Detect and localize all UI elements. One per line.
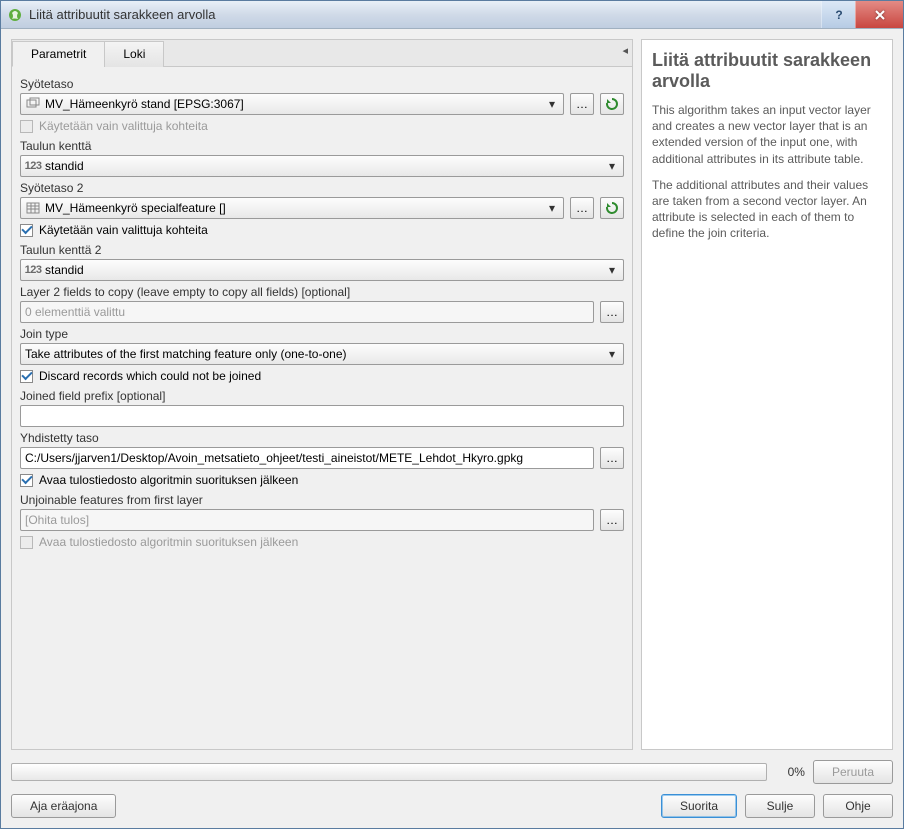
selected-only-1-checkbox <box>20 120 33 133</box>
chevron-down-icon: ▾ <box>605 159 619 173</box>
polygon-layer-icon <box>25 96 41 112</box>
unjoinable-input[interactable]: [Ohita tulos] <box>20 509 594 531</box>
table-field-1-value: standid <box>45 159 605 173</box>
input-layer-2-combo[interactable]: MV_Hämeenkyrö specialfeature [] ▾ <box>20 197 564 219</box>
chevron-down-icon: ▾ <box>605 347 619 361</box>
output-layer-browse-button[interactable]: … <box>600 447 624 469</box>
tab-log[interactable]: Loki <box>104 41 164 67</box>
input-layer-2-browse-button[interactable]: … <box>570 197 594 219</box>
app-icon <box>7 7 23 23</box>
cancel-button: Peruuta <box>813 760 893 784</box>
numeric-field-icon: 123 <box>25 262 41 278</box>
join-type-value: Take attributes of the first matching fe… <box>25 347 605 361</box>
selected-only-1-label: Käytetään vain valittuja kohteita <box>39 119 208 133</box>
discard-unjoined-checkbox[interactable] <box>20 370 33 383</box>
titlebar-close-button[interactable] <box>855 1 903 28</box>
input-layer-2-iterate-button[interactable] <box>600 197 624 219</box>
help-panel: Liitä attribuutit sarakkeen arvolla This… <box>641 39 893 750</box>
unjoinable-label: Unjoinable features from first layer <box>20 493 624 507</box>
help-paragraph-1: This algorithm takes an input vector lay… <box>652 102 882 167</box>
input-layer-combo[interactable]: MV_Hämeenkyrö stand [EPSG:3067] ▾ <box>20 93 564 115</box>
progress-bar <box>11 763 767 781</box>
window-title: Liitä attribuutit sarakkeen arvolla <box>29 7 821 22</box>
copy-fields-placeholder: 0 elementtiä valittu <box>25 305 125 319</box>
help-title: Liitä attribuutit sarakkeen arvolla <box>652 50 882 92</box>
prefix-label: Joined field prefix [optional] <box>20 389 624 403</box>
table-field-2-label: Taulun kenttä 2 <box>20 243 624 257</box>
tabs: Parametrit Loki <box>12 40 632 67</box>
selected-only-2-checkbox[interactable] <box>20 224 33 237</box>
output-layer-value: C:/Users/jjarven1/Desktop/Avoin_metsatie… <box>25 451 523 465</box>
discard-unjoined-label: Discard records which could not be joine… <box>39 369 261 383</box>
help-paragraph-2: The additional attributes and their valu… <box>652 177 882 242</box>
table-field-1-combo[interactable]: 123 standid ▾ <box>20 155 624 177</box>
input-layer-browse-button[interactable]: … <box>570 93 594 115</box>
titlebar: Liitä attribuutit sarakkeen arvolla ? <box>1 1 903 29</box>
join-type-combo[interactable]: Take attributes of the first matching fe… <box>20 343 624 365</box>
table-layer-icon <box>25 200 41 216</box>
join-type-label: Join type <box>20 327 624 341</box>
input-layer-iterate-button[interactable] <box>600 93 624 115</box>
run-button[interactable]: Suorita <box>661 794 737 818</box>
open-output-2-checkbox <box>20 536 33 549</box>
prefix-input[interactable] <box>20 405 624 427</box>
copy-fields-label: Layer 2 fields to copy (leave empty to c… <box>20 285 624 299</box>
help-button[interactable]: Ohje <box>823 794 893 818</box>
collapse-help-icon[interactable]: ◂ <box>622 44 628 57</box>
unjoinable-browse-button[interactable]: … <box>600 509 624 531</box>
parameters-panel: ◂ Parametrit Loki Syötetaso MV_Hämeenkyr… <box>11 39 633 750</box>
open-output-1-label: Avaa tulostiedosto algoritmin suoritukse… <box>39 473 298 487</box>
open-output-2-label: Avaa tulostiedosto algoritmin suoritukse… <box>39 535 298 549</box>
copy-fields-input[interactable]: 0 elementtiä valittu <box>20 301 594 323</box>
table-field-2-combo[interactable]: 123 standid ▾ <box>20 259 624 281</box>
tab-parameters[interactable]: Parametrit <box>12 41 105 67</box>
input-layer-2-value: MV_Hämeenkyrö specialfeature [] <box>45 201 545 215</box>
output-layer-label: Yhdistetty taso <box>20 431 624 445</box>
selected-only-2-label: Käytetään vain valittuja kohteita <box>39 223 208 237</box>
open-output-1-checkbox[interactable] <box>20 474 33 487</box>
close-button[interactable]: Sulje <box>745 794 815 818</box>
input-layer-value: MV_Hämeenkyrö stand [EPSG:3067] <box>45 97 545 111</box>
chevron-down-icon: ▾ <box>605 263 619 277</box>
run-batch-button[interactable]: Aja eräajona <box>11 794 116 818</box>
copy-fields-browse-button[interactable]: … <box>600 301 624 323</box>
input-layer-2-label: Syötetaso 2 <box>20 181 624 195</box>
chevron-down-icon: ▾ <box>545 97 559 111</box>
table-field-2-value: standid <box>45 263 605 277</box>
input-layer-label: Syötetaso <box>20 77 624 91</box>
titlebar-help-button[interactable]: ? <box>821 1 855 28</box>
unjoinable-placeholder: [Ohita tulos] <box>25 513 89 527</box>
svg-text:?: ? <box>835 9 842 21</box>
table-field-1-label: Taulun kenttä <box>20 139 624 153</box>
progress-percent: 0% <box>775 765 805 779</box>
numeric-field-icon: 123 <box>25 158 41 174</box>
output-layer-input[interactable]: C:/Users/jjarven1/Desktop/Avoin_metsatie… <box>20 447 594 469</box>
chevron-down-icon: ▾ <box>545 201 559 215</box>
